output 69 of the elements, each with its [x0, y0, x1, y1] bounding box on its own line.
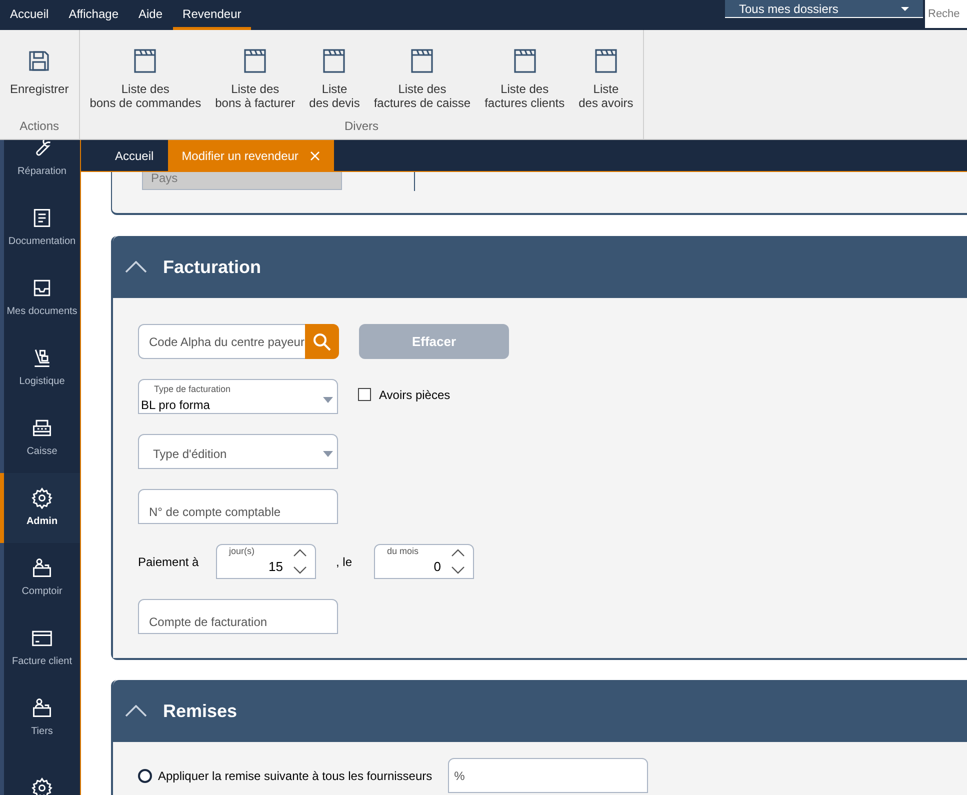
section-header[interactable]: Remises	[113, 680, 967, 742]
inbox-icon	[31, 277, 53, 299]
payment-label: Paiement à	[138, 554, 200, 570]
section-header[interactable]: Facturation	[113, 236, 967, 298]
ribbon-group-label: Divers	[343, 118, 380, 135]
chevron-down-icon[interactable]	[451, 566, 465, 574]
spinner-label: jour(s)	[229, 545, 255, 558]
search-icon	[313, 332, 331, 350]
person-at-desk-icon	[31, 697, 53, 719]
clapperboard-icon	[594, 48, 618, 74]
number-spinner[interactable]: jour(s) 15	[216, 544, 316, 579]
settings-icon	[31, 777, 53, 795]
ribbon-button[interactable]: Liste des bons à facturer	[209, 48, 302, 110]
input-field[interactable]: %	[448, 758, 648, 793]
section-title: Remises	[163, 700, 238, 722]
caret-icon	[323, 450, 333, 456]
settings-icon	[31, 487, 53, 509]
section-title: Facturation	[163, 256, 262, 278]
ribbon-button[interactable]: Liste des bons de commandes	[84, 48, 208, 110]
search-button[interactable]	[305, 324, 339, 359]
input-field[interactable]: Compte de facturation	[138, 599, 338, 634]
ribbon-button[interactable]: Liste des factures clients	[478, 48, 571, 110]
tab[interactable]: Accueil	[101, 140, 168, 171]
separator-text: , le	[335, 554, 354, 570]
search-field[interactable]: Code Alpha du centre payeur	[138, 324, 305, 359]
folder-dropdown[interactable]: Tous mes dossiers	[725, 0, 923, 18]
spinner-label: du mois	[387, 545, 419, 558]
caret-icon	[901, 6, 909, 10]
number-spinner[interactable]: du mois 0	[374, 544, 474, 579]
clapperboard-icon	[512, 48, 537, 74]
ribbon-button[interactable]: Liste des avoirs	[572, 48, 640, 110]
chevron-up-icon[interactable]	[451, 549, 465, 557]
radio-label: Appliquer la remise suivante à tous les fournisseurs	[158, 768, 432, 785]
sidebar-item[interactable]: Facture client	[0, 613, 80, 683]
ribbon-group-label: Actions	[18, 118, 60, 135]
menu-item[interactable]: Affichage	[58, 0, 129, 30]
checkbox-label: Avoirs pièces	[379, 386, 450, 404]
menu-item[interactable]: Aide	[128, 0, 173, 30]
sidebar-item[interactable]: Tiers	[0, 683, 80, 753]
chevron-up-icon[interactable]	[293, 549, 307, 557]
document-icon	[31, 207, 53, 229]
clapperboard-icon	[133, 48, 158, 74]
chevron-down-icon[interactable]	[293, 566, 307, 574]
dropdown-field[interactable]: Type de facturation BL pro forma	[138, 379, 338, 414]
spinner-value: 15	[268, 558, 283, 576]
close-icon[interactable]	[310, 150, 320, 160]
caret-icon	[323, 397, 333, 403]
ribbon-button[interactable]: Liste des factures de caisse	[368, 48, 477, 110]
sidebar-item[interactable]: Admin	[0, 473, 80, 543]
spinner-value: 0	[434, 558, 441, 576]
cash-register-icon	[31, 417, 53, 439]
sidebar-item[interactable]: Mes documents	[0, 263, 80, 333]
clapperboard-icon	[243, 48, 268, 74]
input-field[interactable]: N° de compte comptable	[138, 489, 338, 524]
clapperboard-icon	[410, 48, 434, 74]
menu-item[interactable]: Accueil	[0, 0, 59, 30]
ribbon-button[interactable]: Enregistrer	[4, 48, 75, 96]
sidebar-item[interactable]: Comptoir	[0, 543, 80, 613]
search-field[interactable]: Reche	[925, 0, 967, 28]
chevron-up-icon	[125, 705, 147, 717]
radio-button[interactable]	[138, 769, 152, 783]
sidebar-item[interactable]: Logistique	[0, 333, 80, 403]
sidebar-item[interactable]: Documentation	[0, 193, 80, 263]
clapperboard-icon	[322, 48, 346, 74]
ribbon-button[interactable]: Liste des devis	[303, 48, 366, 110]
dropdown-field[interactable]: Type d'édition	[138, 434, 338, 469]
person-at-desk-icon	[31, 557, 53, 579]
chevron-up-icon	[125, 261, 147, 273]
checkbox[interactable]	[358, 388, 371, 401]
